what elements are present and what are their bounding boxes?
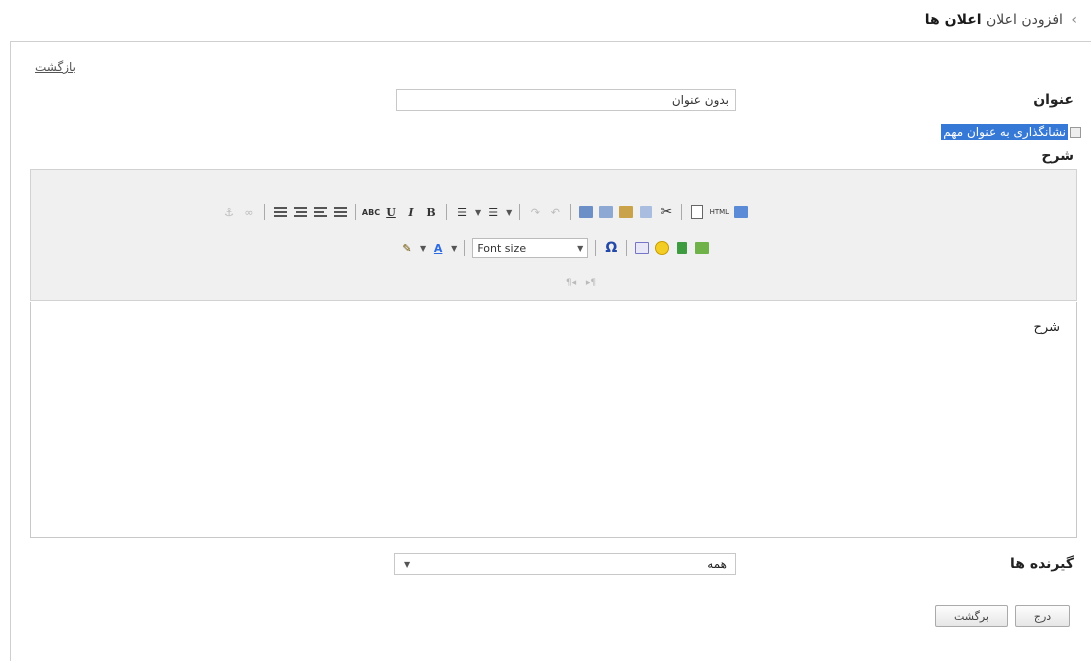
back-link[interactable]: بازگشت <box>35 60 76 74</box>
bold-icon[interactable]: B <box>423 204 439 220</box>
form-edit-icon[interactable] <box>634 240 650 256</box>
source-html-icon[interactable]: HTML <box>709 204 729 220</box>
recipients-value: همه <box>707 557 727 571</box>
breadcrumb-current: اعلان ها <box>924 12 982 28</box>
font-size-select[interactable]: Font size ▼ <box>472 238 589 258</box>
special-char-icon[interactable]: Ω <box>603 240 619 256</box>
unlink-icon[interactable]: ∞ <box>241 204 257 220</box>
flash-icon[interactable] <box>674 240 690 256</box>
align-left-icon[interactable] <box>312 204 328 220</box>
toolbar-separator <box>464 240 466 256</box>
breadcrumb-caret-icon: › <box>1071 12 1077 28</box>
undo-icon[interactable]: ↶ <box>547 204 563 220</box>
paste-word-icon[interactable] <box>578 204 594 220</box>
toolbar-separator <box>519 204 521 220</box>
preview-icon[interactable] <box>733 204 749 220</box>
title-input[interactable] <box>396 89 736 111</box>
recipients-select[interactable]: ▼ همه <box>394 553 736 575</box>
spellcheck-icon[interactable]: ABC <box>362 204 380 220</box>
editor-toolbar: ⚓ ∞ ABC U I B ☰ ▼ ☰ ▼ ↷ ↶ ✂ HTML ✎ ▼ A ▼ Fon… <box>30 169 1077 301</box>
font-size-label: Font size <box>477 241 527 255</box>
new-page-icon[interactable] <box>689 204 705 220</box>
back-button[interactable]: برگشت <box>935 605 1008 627</box>
toolbar-separator <box>446 204 447 220</box>
highlight-color-icon[interactable]: ✎ <box>399 240 415 256</box>
cut-icon[interactable]: ✂ <box>658 204 674 220</box>
toolbar-separator <box>264 204 265 220</box>
smiley-icon[interactable] <box>654 240 670 256</box>
italic-icon[interactable]: I <box>403 204 419 220</box>
toolbar-separator <box>626 240 628 256</box>
unordered-list-icon[interactable]: ☰ <box>485 204 501 220</box>
toolbar-separator <box>681 204 683 220</box>
chevron-down-icon: ▼ <box>404 559 411 569</box>
align-center-icon[interactable] <box>292 204 308 220</box>
editor-area[interactable]: شرح <box>30 302 1077 538</box>
bidi-rtl-icon[interactable]: ¶◂ <box>563 275 579 291</box>
underline-icon[interactable]: U <box>383 204 399 220</box>
breadcrumb: › افزودن اعلان اعلان ها <box>925 12 1077 28</box>
toolbar-row-2: ✎ ▼ A ▼ Font size ▼ Ω <box>399 238 710 258</box>
toolbar-separator <box>570 204 572 220</box>
important-label[interactable]: نشانگذاری به عنوان مهم <box>941 124 1068 140</box>
bidi-ltr-icon[interactable]: ▸¶ <box>583 275 599 291</box>
image-icon[interactable] <box>694 240 710 256</box>
align-right-icon[interactable] <box>272 204 288 220</box>
text-color-dropdown-icon[interactable]: ▼ <box>451 244 457 253</box>
copy-icon[interactable] <box>638 204 654 220</box>
toolbar-separator <box>595 240 597 256</box>
recipients-label: گیرنده ها <box>1009 556 1074 572</box>
chevron-down-icon: ▼ <box>577 243 584 253</box>
redo-icon[interactable]: ↷ <box>527 204 543 220</box>
toolbar-row-1: ⚓ ∞ ABC U I B ☰ ▼ ☰ ▼ ↷ ↶ ✂ HTML <box>221 202 749 222</box>
ordered-list-dropdown-icon[interactable]: ▼ <box>475 208 481 217</box>
paste-icon[interactable] <box>618 204 634 220</box>
text-color-icon[interactable]: A <box>430 240 446 256</box>
toolbar-separator <box>355 204 356 220</box>
editor-text: شرح <box>1033 320 1060 335</box>
anchor-icon[interactable]: ⚓ <box>221 204 237 220</box>
ordered-list-icon[interactable]: ☰ <box>454 204 470 220</box>
description-label: شرح <box>1041 148 1074 164</box>
align-justify-icon[interactable] <box>332 204 348 220</box>
important-checkbox[interactable] <box>1070 126 1081 138</box>
unordered-list-dropdown-icon[interactable]: ▼ <box>506 208 512 217</box>
highlight-dropdown-icon[interactable]: ▼ <box>420 244 426 253</box>
title-label: عنوان <box>1033 92 1074 108</box>
breadcrumb-prefix: افزودن اعلان <box>986 12 1063 28</box>
paste-text-icon[interactable] <box>598 204 614 220</box>
important-checkbox-row[interactable]: نشانگذاری به عنوان مهم <box>941 124 1081 140</box>
toolbar-row-3: ¶◂ ▸¶ <box>563 273 599 293</box>
insert-button[interactable]: درج <box>1015 605 1070 627</box>
